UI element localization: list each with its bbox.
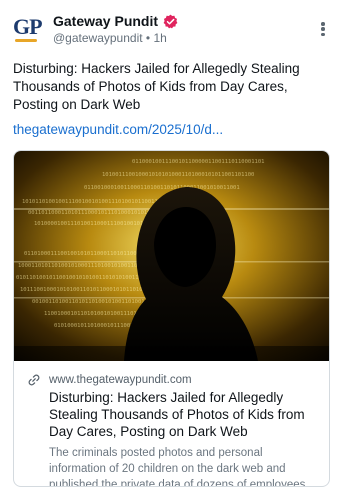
link-icon [28, 374, 40, 386]
author-handle[interactable]: @gatewaypundit [53, 31, 143, 45]
card-meta: www.thegatewaypundit.com Disturbing: Hac… [14, 361, 329, 487]
svg-text:101001110010001010101000110100: 1010011100100010101010001101000101011001… [102, 172, 254, 178]
author-name[interactable]: Gateway Pundit [53, 13, 158, 29]
avatar[interactable]: GP [13, 14, 43, 44]
avatar-swoosh [15, 39, 37, 42]
verified-badge-icon [163, 14, 178, 28]
domain-row: www.thegatewaypundit.com [26, 372, 317, 388]
post-text: Disturbing: Hackers Jailed for Allegedly… [13, 61, 300, 112]
kebab-menu-icon[interactable] [316, 20, 330, 38]
post-time[interactable]: 1h [153, 31, 166, 45]
card-description: The criminals posted photos and personal… [49, 447, 309, 487]
card-domain: www.thegatewaypundit.com [49, 374, 192, 386]
post-header: GP Gateway Pundit @gatewaypundit • 1h [13, 10, 330, 50]
meta-separator: • [145, 31, 151, 45]
author-handle-row: @gatewaypundit • 1h [53, 31, 167, 45]
svg-text:011000100111001011000001100111: 0110001001110010110000011001110110001101 [132, 159, 264, 165]
post-link[interactable]: thegatewaypundit.com/2025/10/d... [13, 121, 223, 139]
svg-text:011001000100110001101001101011: 0110010001001100011010011010110001100101… [84, 185, 240, 191]
link-preview-card[interactable]: 0110001001110010110000011001110110001101… [13, 150, 330, 487]
avatar-logo-text: GP [13, 14, 43, 39]
card-title[interactable]: Disturbing: Hackers Jailed for Allegedly… [49, 389, 319, 440]
hooded-hacker-image: 0110001001110010110000011001110110001101… [14, 151, 329, 361]
author-name-row: Gateway Pundit [53, 13, 178, 29]
